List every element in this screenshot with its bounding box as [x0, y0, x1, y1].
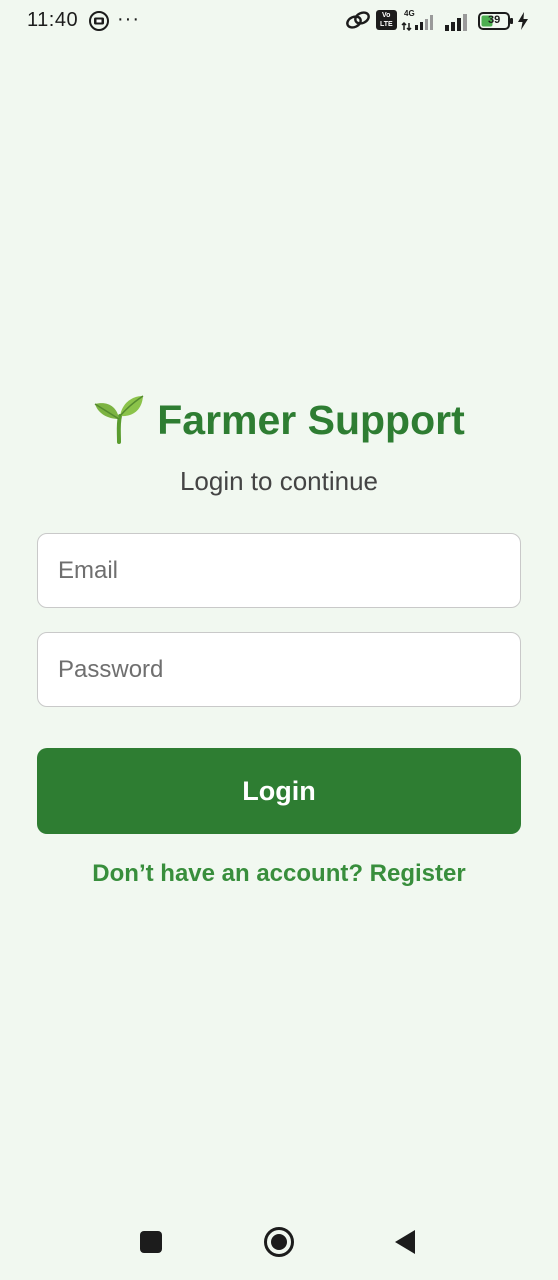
register-link[interactable]: Don’t have an account? Register — [0, 860, 558, 888]
navigation-bar — [0, 1212, 558, 1276]
charging-icon — [517, 12, 529, 35]
home-button[interactable] — [249, 1212, 309, 1276]
signal-4g-icon — [401, 11, 439, 36]
home-icon — [263, 1226, 295, 1263]
seedling-icon — [93, 392, 145, 449]
recents-button[interactable] — [121, 1212, 181, 1276]
page-subtitle: Login to continue — [179, 466, 379, 496]
back-button[interactable] — [375, 1212, 435, 1276]
signal-icon — [444, 12, 472, 36]
brand-header: Farmer Support — [0, 392, 558, 448]
recents-icon — [139, 1230, 163, 1259]
login-button[interactable]: Login — [37, 748, 521, 834]
link-icon — [345, 9, 371, 36]
battery-level: 39 — [488, 14, 501, 26]
more-dots: ··· — [117, 8, 140, 30]
password-field[interactable] — [37, 632, 521, 707]
status-bar: 11:40 ··· Vo LTE 4G 39 — [0, 0, 558, 42]
app-title: Farmer Support — [157, 396, 465, 443]
back-icon — [393, 1229, 417, 1260]
volte-label-top: Vo — [382, 12, 391, 19]
sim-notification-icon — [88, 10, 110, 37]
status-time: 11:40 — [27, 9, 79, 31]
volte-label-bottom: LTE — [380, 21, 393, 28]
email-field[interactable] — [37, 533, 521, 608]
